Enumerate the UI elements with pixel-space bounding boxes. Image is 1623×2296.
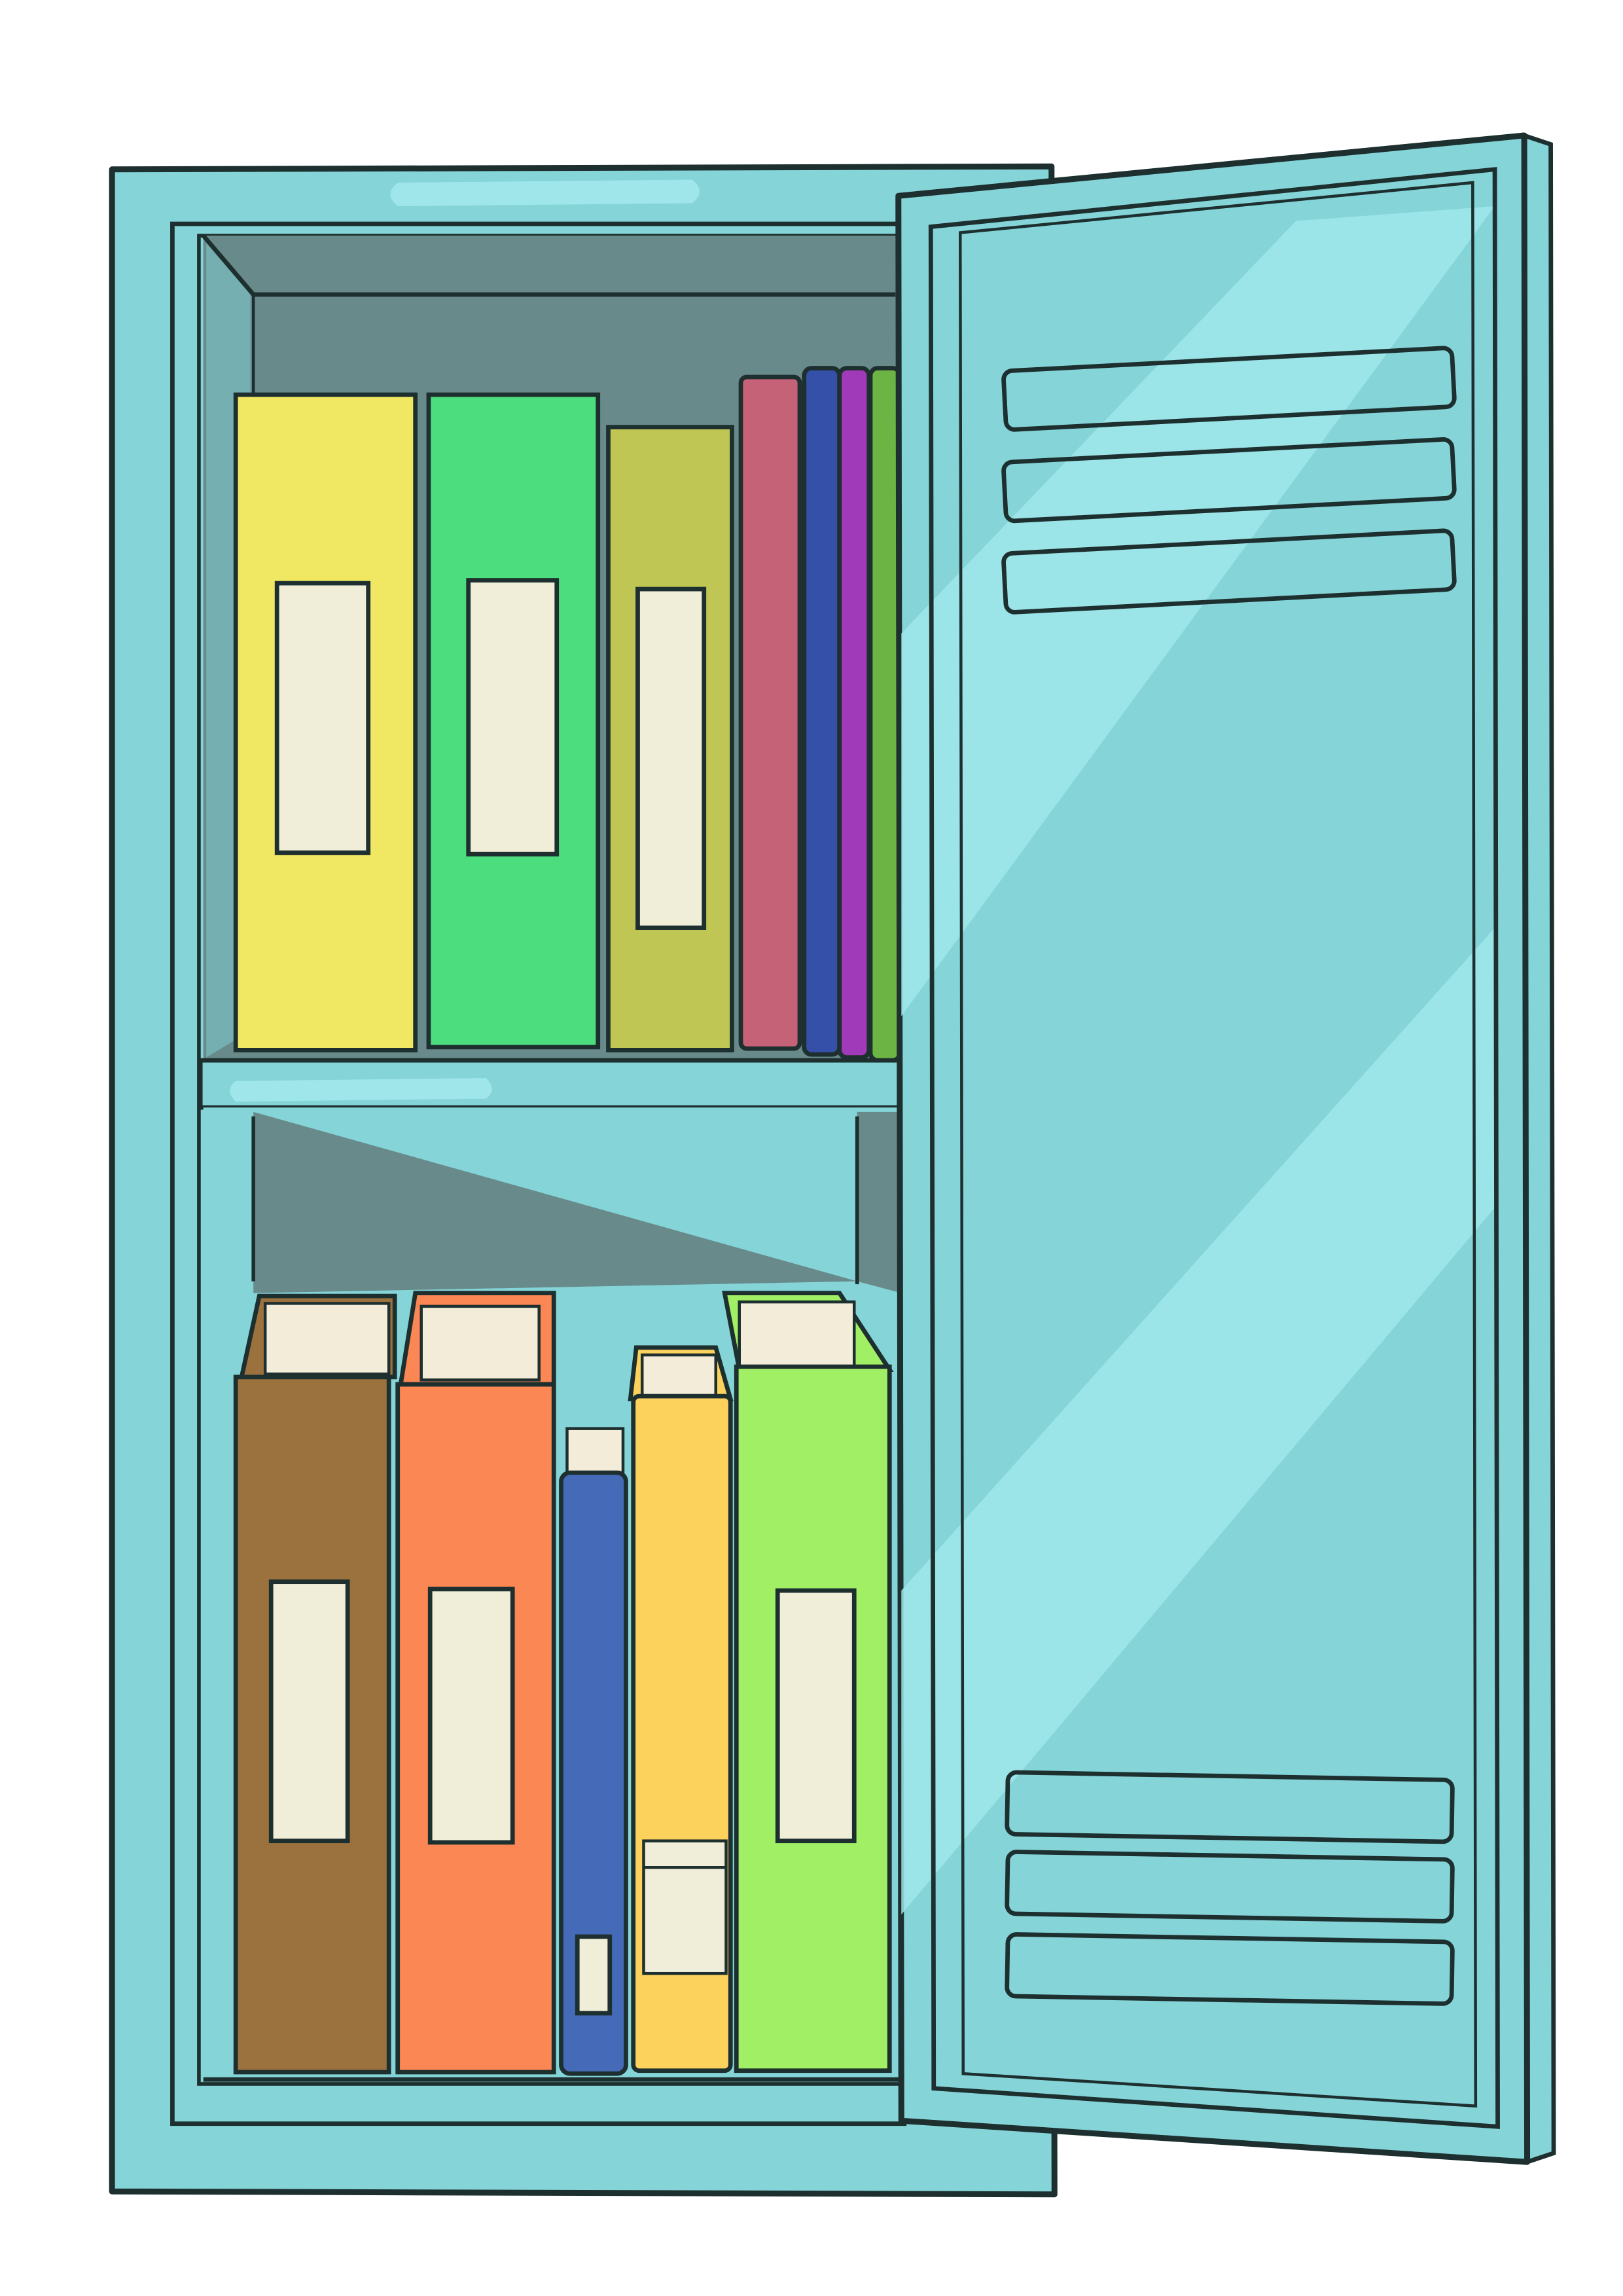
book-pages — [565, 1427, 625, 1477]
book-yellow-binder — [233, 392, 418, 1052]
book-lime — [722, 1291, 894, 2073]
book-label — [775, 1588, 857, 1844]
book-pages — [263, 1302, 391, 1376]
book-green-thin — [868, 366, 902, 1063]
book-pink — [738, 374, 802, 1051]
book-label — [274, 581, 371, 855]
book-band — [642, 1839, 728, 1975]
book-orange — [395, 1291, 556, 2075]
book-pages — [640, 1353, 717, 1398]
locker-door — [895, 132, 1556, 2165]
book-label — [635, 586, 707, 930]
book-pages — [419, 1304, 541, 1382]
book-yellow — [628, 1345, 734, 2073]
book-green-binder — [426, 392, 601, 1050]
book-purple — [837, 366, 872, 1060]
locker-illustration — [109, 132, 1556, 2198]
book-label — [427, 1587, 515, 1845]
book-navy — [802, 366, 842, 1057]
book-pages — [738, 1300, 856, 1369]
shelf-highlight — [230, 1078, 492, 1102]
locker-top-highlight — [390, 179, 700, 207]
book-olive-binder — [606, 425, 734, 1052]
book-label — [466, 578, 560, 857]
book-brown — [233, 1293, 397, 2075]
middle-shelf — [198, 1058, 904, 1110]
book-label — [268, 1579, 350, 1844]
book-label — [575, 1934, 613, 2016]
top-shelf-books — [233, 366, 902, 1063]
book-blue — [559, 1427, 628, 2076]
